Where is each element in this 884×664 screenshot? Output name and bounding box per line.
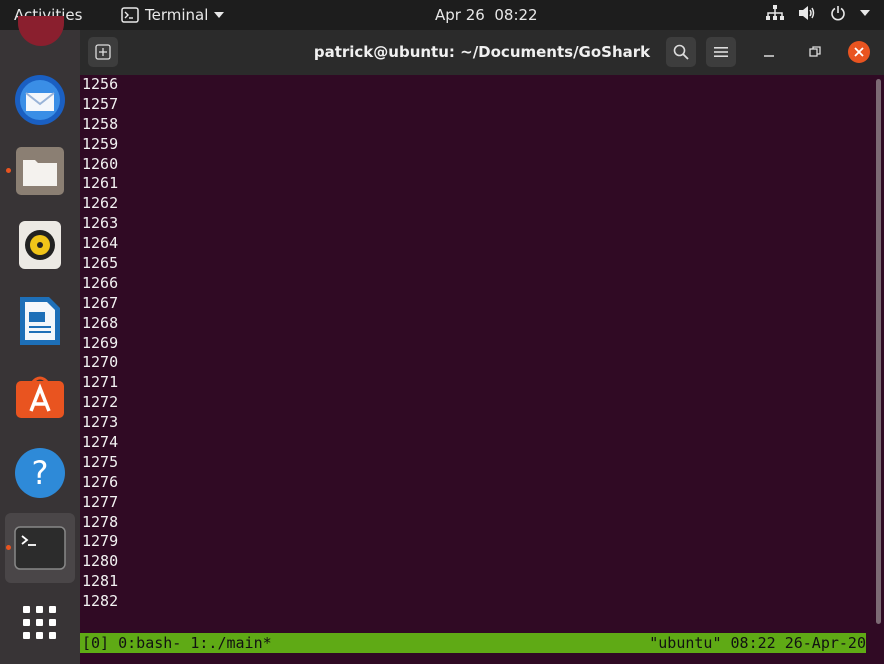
tmux-host-datetime: "ubuntu" 08:22 26-Apr-20 [649, 634, 866, 652]
close-icon [854, 47, 864, 57]
terminal-output[interactable]: 1256 1257 1258 1259 1260 1261 1262 1263 1264 1265… [80, 75, 874, 631]
dock-item-rhythmbox[interactable] [5, 210, 75, 280]
dock: ? [0, 16, 80, 664]
close-button[interactable] [848, 41, 870, 63]
clock[interactable]: Apr 26 08:22 [435, 6, 538, 24]
terminal-line: 1258 [82, 114, 119, 133]
help-icon: ? [14, 447, 66, 499]
terminal-line: 1278 [82, 512, 119, 531]
maximize-button[interactable] [808, 45, 822, 59]
terminal-line: 1271 [82, 373, 119, 392]
libreoffice-writer-icon [19, 296, 61, 346]
chevron-down-icon [214, 11, 225, 19]
terminal-icon [14, 526, 66, 570]
top-bar: Activities Terminal Apr 26 08:22 [0, 0, 884, 30]
terminal-line: 1260 [82, 154, 119, 173]
terminal-line: 1272 [82, 393, 119, 412]
terminal-line: 1282 [82, 592, 119, 611]
terminal-app-icon [121, 7, 139, 23]
clock-date: Apr 26 [435, 6, 485, 24]
terminal-line: 1266 [82, 273, 119, 292]
terminal-line: 1265 [82, 254, 119, 273]
running-indicator [6, 168, 11, 173]
restore-icon [809, 46, 821, 57]
terminal-line: 1273 [82, 413, 119, 432]
power-icon[interactable] [830, 5, 846, 21]
app-menu-label: Terminal [145, 6, 209, 24]
minimize-button[interactable] [762, 46, 776, 60]
dock-item-software[interactable] [5, 361, 75, 431]
tmux-status-bar: [0] 0:bash- 1:./main* "ubuntu" 08:22 26-… [80, 633, 866, 653]
volume-icon[interactable] [798, 5, 816, 21]
hamburger-menu-icon [714, 46, 728, 58]
thunderbird-icon [13, 73, 67, 127]
dock-item-show-applications[interactable] [5, 588, 75, 658]
svg-text:?: ? [32, 454, 49, 492]
menu-button[interactable] [706, 37, 736, 67]
terminal-line: 1267 [82, 293, 119, 312]
dock-item-libreoffice-writer[interactable] [5, 286, 75, 356]
clock-time: 08:22 [494, 6, 538, 24]
app-menu[interactable]: Terminal [121, 6, 225, 24]
terminal-line: 1281 [82, 572, 119, 591]
terminal-line: 1257 [82, 94, 119, 113]
terminal-line: 1274 [82, 433, 119, 452]
terminal-line: 1261 [82, 174, 119, 193]
terminal-line: 1276 [82, 472, 119, 491]
software-center-icon [15, 373, 65, 419]
scrollbar[interactable] [876, 79, 881, 624]
app-icon-partial[interactable] [18, 16, 64, 46]
dock-item-terminal[interactable] [5, 513, 75, 583]
terminal-line: 1275 [82, 452, 119, 471]
chevron-down-icon[interactable] [860, 9, 870, 17]
rhythmbox-icon [18, 220, 62, 270]
terminal-line: 1269 [82, 333, 119, 352]
show-applications-icon [22, 605, 58, 641]
terminal-line: 1280 [82, 552, 119, 571]
dock-item-help[interactable]: ? [5, 438, 75, 508]
system-tray[interactable] [766, 5, 870, 21]
terminal-line: 1262 [82, 194, 119, 213]
terminal-window: patrick@ubuntu: ~/Documents/GoShark 1256… [80, 30, 884, 664]
dock-item-thunderbird[interactable] [5, 65, 75, 135]
search-button[interactable] [666, 37, 696, 67]
title-bar[interactable]: patrick@ubuntu: ~/Documents/GoShark [80, 30, 884, 75]
terminal-line: 1263 [82, 214, 119, 233]
terminal-line: 1264 [82, 234, 119, 253]
dock-item-files[interactable] [5, 136, 75, 206]
terminal-line: 1277 [82, 492, 119, 511]
files-icon [15, 146, 65, 196]
terminal-line: 1256 [82, 75, 119, 93]
terminal-line: 1270 [82, 353, 119, 372]
network-icon[interactable] [766, 5, 784, 21]
terminal-line: 1259 [82, 134, 119, 153]
terminal-line: 1279 [82, 532, 119, 551]
tmux-window-list: [0] 0:bash- 1:./main* [82, 634, 272, 652]
running-indicator [6, 545, 11, 550]
minimize-icon [764, 55, 774, 57]
terminal-line: 1268 [82, 313, 119, 332]
search-icon [673, 44, 689, 60]
